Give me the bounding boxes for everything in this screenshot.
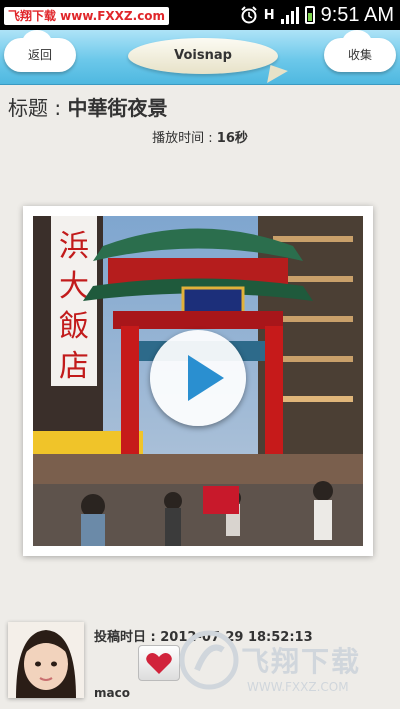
user-avatar-image [8, 622, 84, 698]
duration-row: 播放时间 : 16秒 [0, 127, 400, 146]
back-button-label: 返回 [27, 48, 52, 62]
status-bar: 飞翔下载 www.FXXZ.com H 9:51 AM [0, 0, 400, 30]
post-title: 中華街夜景 [67, 96, 168, 120]
watermark-url: WWW.FXXZ.COM [247, 680, 349, 694]
post-title-row: 标题 : 中華街夜景 [8, 92, 167, 121]
clock: 9:51 AM [320, 3, 394, 26]
like-button[interactable] [138, 645, 180, 681]
heart-icon [146, 653, 172, 674]
alarm-icon [241, 6, 257, 24]
svg-text:飯: 飯 [59, 309, 89, 344]
network-type-label: H [263, 7, 275, 23]
favorite-button[interactable]: 收集 [324, 30, 396, 72]
watermark-badge: 飞翔下载 www.FXXZ.com [4, 7, 170, 25]
username: maco [94, 686, 130, 700]
avatar[interactable] [8, 622, 84, 698]
battery-icon [304, 6, 315, 24]
signal-icon [280, 6, 299, 24]
posted-label: 投稿时日 : [94, 630, 161, 645]
title-label: 标题 : [8, 96, 68, 120]
favorite-button-label: 收集 [347, 48, 372, 62]
watermark-logo-icon [179, 630, 239, 690]
app-title: Voisnap [128, 38, 278, 74]
watermark-overlay: 飞翔下载 WWW.FXXZ.COM [175, 622, 397, 708]
duration-value: 16秒 [216, 131, 248, 146]
duration-label: 播放时间 : [152, 131, 217, 146]
watermark-brand: 飞翔下载 [241, 645, 362, 678]
app-header: 返回 Voisnap 收集 [0, 30, 400, 85]
svg-text:浜: 浜 [59, 229, 89, 264]
play-button[interactable] [150, 330, 246, 426]
svg-text:店: 店 [59, 349, 89, 384]
back-button[interactable]: 返回 [4, 30, 76, 72]
